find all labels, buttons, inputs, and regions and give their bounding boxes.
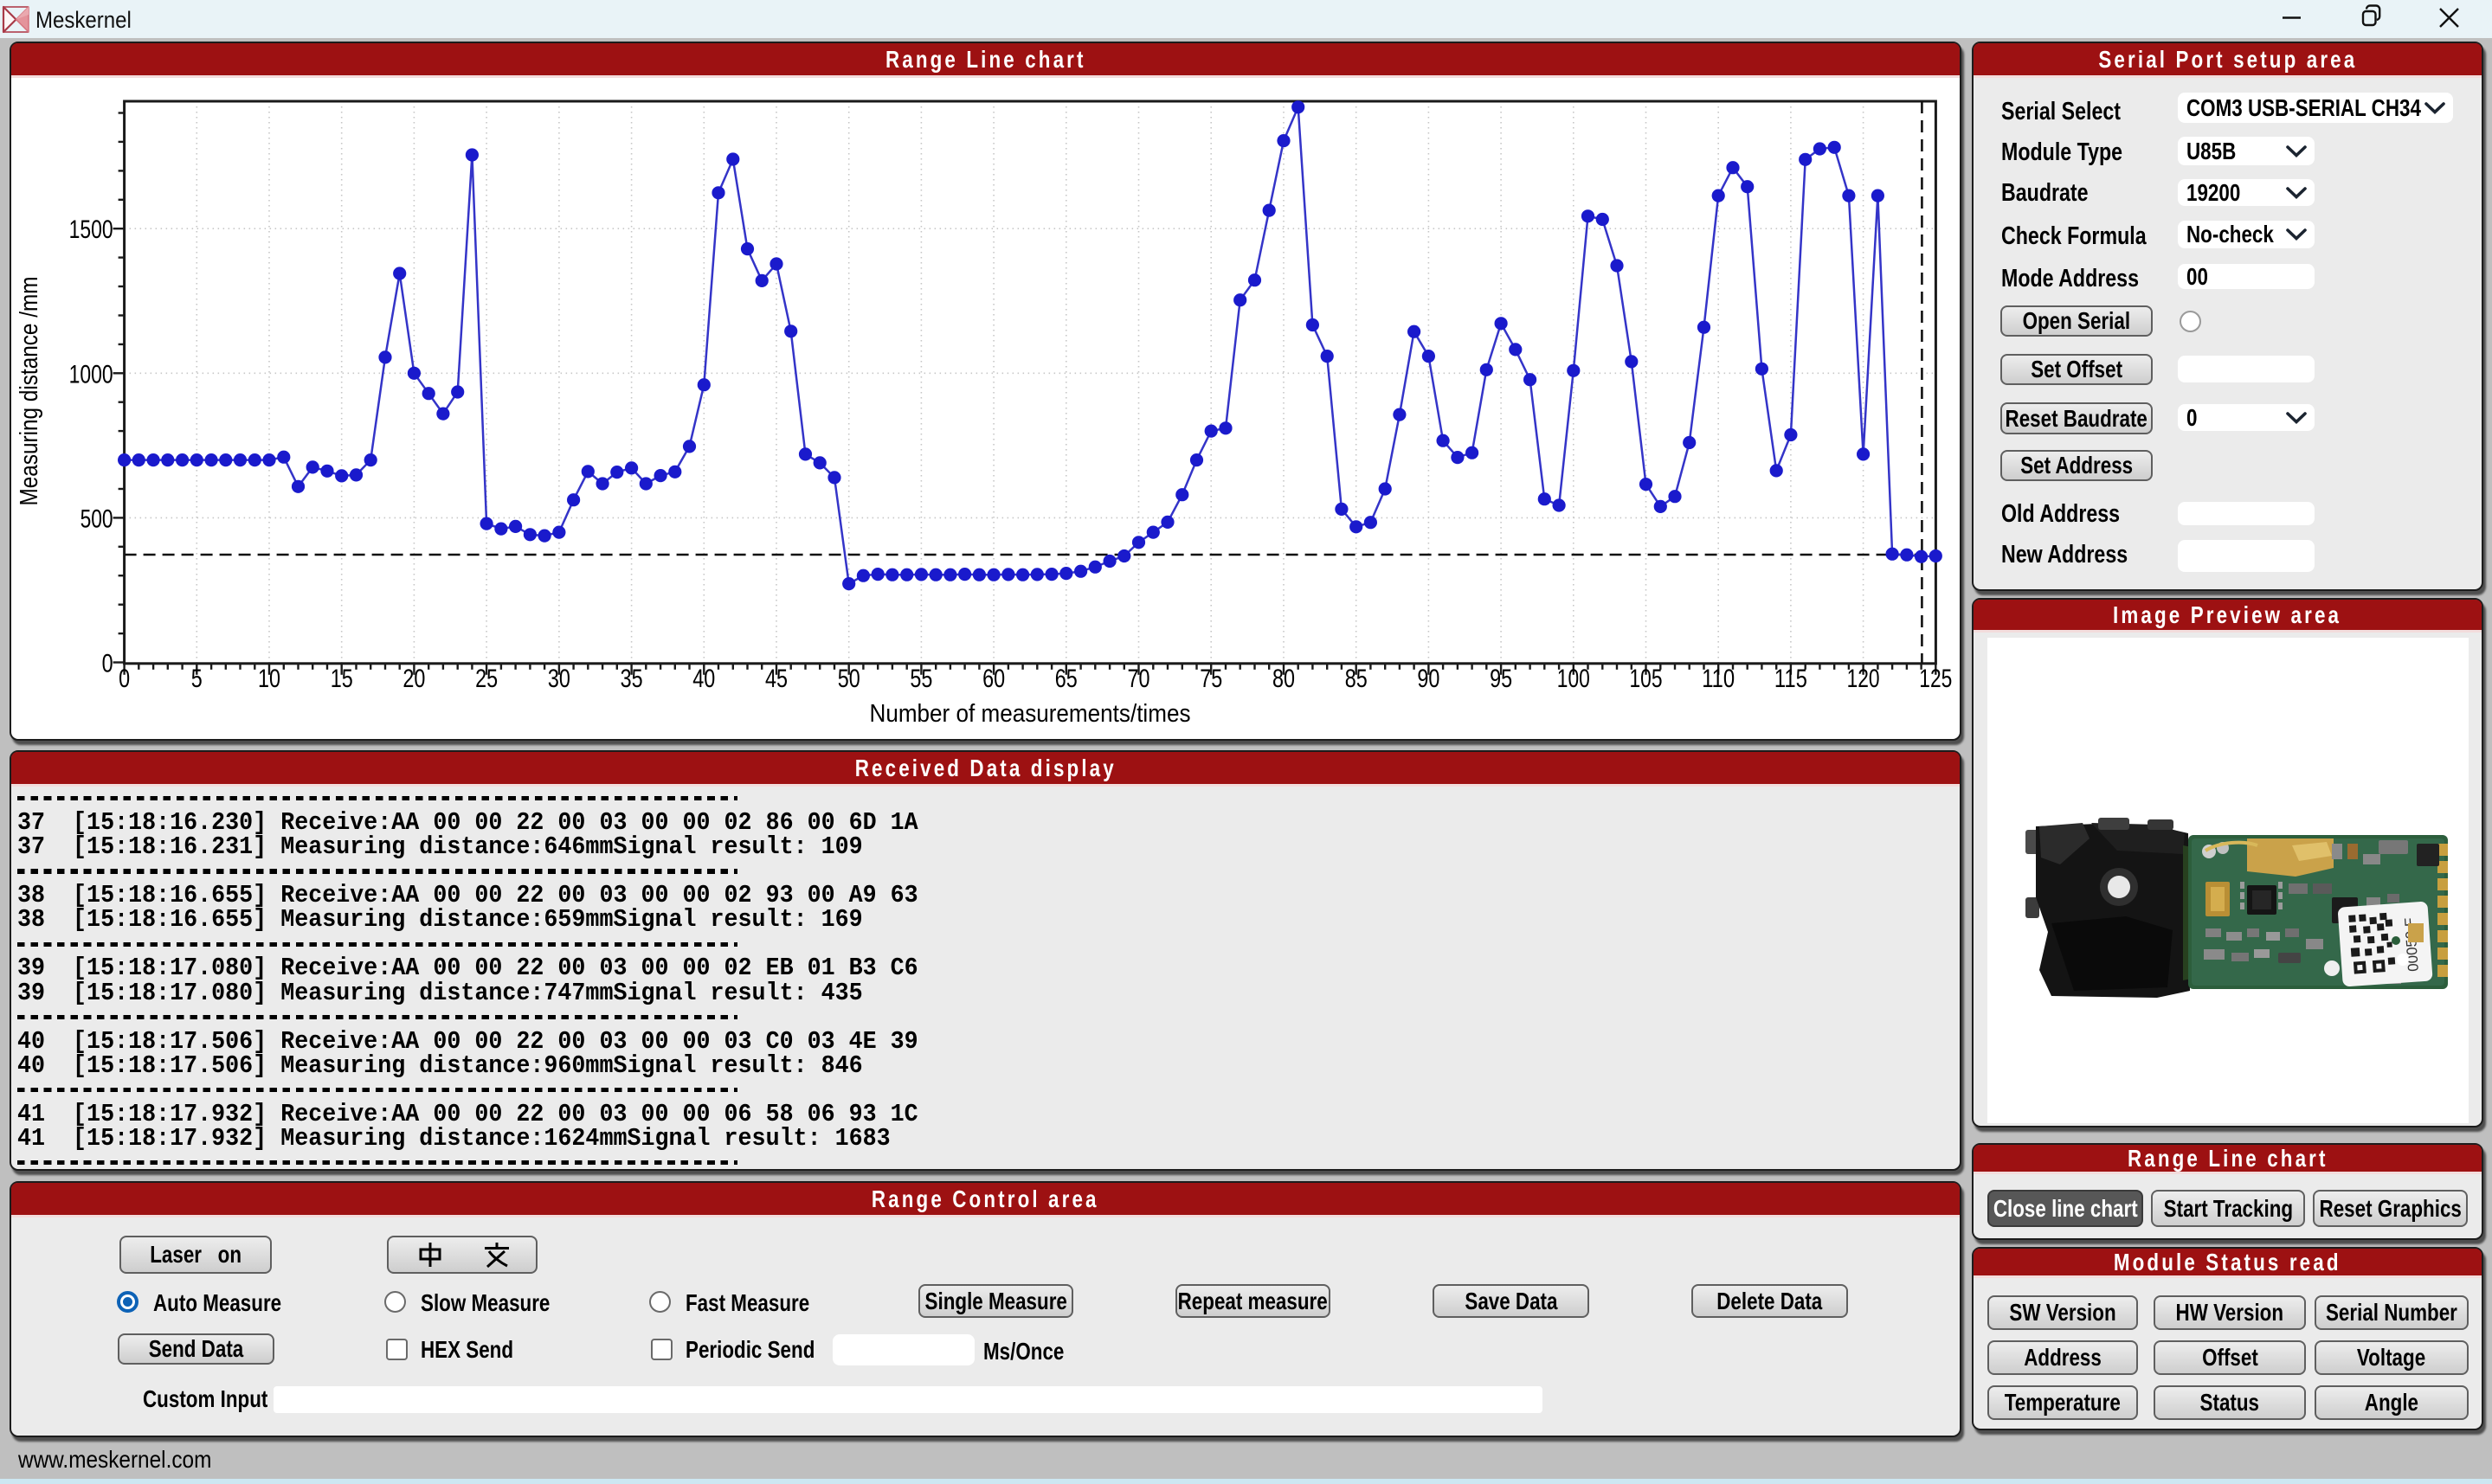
svg-text:70: 70 [1128,665,1150,693]
svg-text:1000: 1000 [69,360,113,389]
svg-text:Measuring distance /mm: Measuring distance /mm [16,277,43,506]
svg-text:40: 40 [692,665,715,693]
svg-text:500: 500 [80,504,113,533]
svg-text:50: 50 [838,665,860,693]
svg-text:15: 15 [331,665,353,693]
svg-text:90: 90 [1417,665,1439,693]
svg-text:105: 105 [1630,665,1663,693]
svg-text:65: 65 [1055,665,1078,693]
svg-text:95: 95 [1490,665,1512,693]
svg-text:125: 125 [1919,665,1952,693]
svg-text:45: 45 [765,665,788,693]
svg-text:10: 10 [258,665,280,693]
svg-text:20: 20 [402,665,425,693]
svg-text:120: 120 [1847,665,1880,693]
svg-text:5: 5 [191,665,203,693]
svg-text:85: 85 [1345,665,1368,693]
svg-text:0: 0 [102,650,113,678]
svg-text:1500: 1500 [69,215,113,244]
svg-text:110: 110 [1702,665,1735,693]
svg-text:30: 30 [548,665,570,693]
svg-text:Number of measurements/times: Number of measurements/times [870,700,1191,728]
svg-text:75: 75 [1200,665,1222,693]
svg-text:100: 100 [1557,665,1590,693]
svg-text:60: 60 [982,665,1005,693]
svg-text:55: 55 [910,665,932,693]
svg-text:115: 115 [1774,665,1807,693]
svg-text:80: 80 [1272,665,1295,693]
svg-text:25: 25 [475,665,498,693]
svg-text:35: 35 [621,665,643,693]
svg-text:0: 0 [119,665,130,693]
